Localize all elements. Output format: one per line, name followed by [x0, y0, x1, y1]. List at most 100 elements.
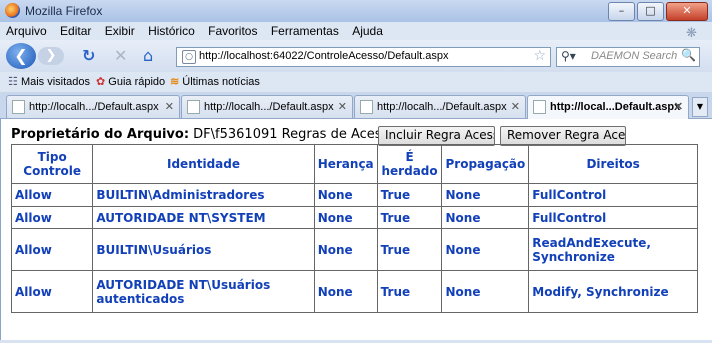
menu-editar[interactable]: Editar	[60, 24, 91, 38]
address-bar[interactable]: ○ http://localhost:64022/ControleAcesso/…	[176, 47, 551, 67]
menu-historico[interactable]: Histórico	[148, 24, 195, 38]
cell-rights: Modify, Synchronize	[528, 270, 698, 313]
cell-identity: BUILTIN\Usuários	[92, 228, 315, 271]
cell-inheritance: None	[313, 183, 378, 207]
bookmarks-toolbar: ☷ Mais visitados ✿ Guia rápido ≋ Últimas…	[0, 72, 712, 92]
menu-bar: Arquivo Editar Exibir Histórico Favorito…	[0, 22, 712, 40]
search-engine-icon[interactable]: ⚲▾	[561, 49, 576, 63]
tab-page-icon	[187, 100, 200, 114]
minimize-button[interactable]: –	[608, 2, 635, 21]
bookmark-label: Guia rápido	[108, 76, 166, 88]
window-controls: – □ ✕	[608, 2, 708, 21]
rss-icon: ≋	[170, 76, 180, 88]
page-icon: ○	[182, 50, 196, 64]
bookmark-label: Mais visitados	[20, 76, 91, 88]
tab-label: http://localh.../Default.aspx	[29, 101, 159, 113]
tab-page-icon	[360, 100, 373, 114]
menu-ferramentas[interactable]: Ferramentas	[271, 24, 339, 38]
page-content: Proprietário do Arquivo: DF\f5361091 Reg…	[0, 119, 712, 343]
owner-value: DF\f5361091	[193, 127, 278, 142]
tab-strip: http://localh.../Default.aspx ✕ http://l…	[0, 92, 712, 119]
tab-label: http://localh.../Default.aspx	[204, 101, 334, 113]
search-go-icon[interactable]: 🔍	[681, 48, 696, 62]
tab-3[interactable]: http://localh.../Default.aspx ✕	[354, 95, 526, 118]
menu-exibir[interactable]: Exibir	[105, 24, 135, 38]
tab-page-icon	[533, 100, 546, 114]
back-button[interactable]: ❮	[6, 43, 36, 69]
table-row: Allow BUILTIN\Usuários None True None Re…	[10, 228, 698, 271]
cell-inheritance: None	[313, 228, 378, 271]
bookmark-star-icon[interactable]: ☆	[533, 48, 546, 64]
forward-button[interactable]: ❯	[38, 47, 64, 65]
tab-close-icon[interactable]: ✕	[338, 100, 347, 113]
tab-1[interactable]: http://localh.../Default.aspx ✕	[6, 95, 180, 118]
table-row: Allow AUTORIDADE NT\SYSTEM None True Non…	[10, 206, 698, 229]
cell-propagation: None	[441, 206, 530, 229]
cell-control-type: Allow	[10, 206, 94, 229]
bookmark-folder-icon: ☷	[8, 76, 18, 88]
tab-close-icon[interactable]: ✕	[511, 100, 520, 113]
bookmark-quick-guide[interactable]: ✿ Guia rápido	[96, 75, 165, 88]
list-all-tabs-icon[interactable]: ▼	[692, 97, 708, 117]
tab-2[interactable]: http://localh.../Default.aspx ✕	[181, 95, 353, 118]
table-header-row: Tipo Controle Identidade Herança É herda…	[10, 144, 698, 184]
search-placeholder: DAEMON Search	[591, 50, 678, 62]
tab-close-icon[interactable]: ✕	[674, 100, 683, 113]
bookmark-label: Últimas notícias	[182, 76, 260, 88]
col-header-inheritance: Herança	[313, 144, 378, 184]
close-button[interactable]: ✕	[666, 2, 708, 21]
cell-control-type: Allow	[10, 270, 94, 313]
maximize-button[interactable]: □	[637, 2, 664, 21]
cell-propagation: None	[441, 228, 530, 271]
tab-label: http://local...Default.aspx	[550, 101, 681, 113]
firefox-bookmark-icon: ✿	[96, 76, 106, 88]
cell-identity: AUTORIDADE NT\SYSTEM	[92, 206, 315, 229]
cell-control-type: Allow	[10, 228, 94, 271]
col-header-propagation: Propagação	[441, 144, 530, 184]
search-box[interactable]: ⚲▾ DAEMON Search 🔍	[556, 47, 700, 67]
cell-identity: BUILTIN\Administradores	[92, 183, 315, 207]
table-row: Allow BUILTIN\Administradores None True …	[10, 183, 698, 207]
cell-propagation: None	[441, 270, 530, 313]
bookmark-most-visited[interactable]: ☷ Mais visitados	[8, 75, 90, 88]
cell-is-inherited: True	[376, 206, 443, 229]
cell-inheritance: None	[313, 206, 378, 229]
cell-identity: AUTORIDADE NT\Usuários autenticados	[92, 270, 315, 313]
navigation-toolbar: ❮ ❯ ↻ ✕ ⌂ ○ http://localhost:64022/Contr…	[0, 40, 712, 72]
cell-control-type: Allow	[10, 183, 94, 207]
remove-access-rule-button[interactable]: Remover Regra Acesso	[500, 126, 626, 146]
cell-is-inherited: True	[376, 228, 443, 271]
col-header-control-type: Tipo Controle	[10, 144, 94, 184]
col-header-is-inherited: É herdado	[376, 144, 443, 184]
owner-label: Proprietário do Arquivo:	[11, 127, 190, 142]
cell-propagation: None	[441, 183, 530, 207]
col-header-rights: Direitos	[528, 144, 698, 184]
tab-label: http://localh.../Default.aspx	[377, 101, 507, 113]
tab-page-icon	[12, 100, 25, 114]
add-access-rule-button[interactable]: Incluir Regra Acesso	[378, 126, 495, 146]
title-bar: Mozilla Firefox – □ ✕	[0, 0, 712, 23]
col-header-identity: Identidade	[92, 144, 315, 184]
home-icon[interactable]: ⌂	[143, 48, 153, 64]
cell-rights: ReadAndExecute, Synchronize	[528, 228, 698, 271]
menu-favoritos[interactable]: Favoritos	[208, 24, 257, 38]
cell-rights: FullControl	[528, 206, 698, 229]
throbber-icon: ❋	[686, 25, 697, 40]
tab-4-active[interactable]: http://local...Default.aspx ✕	[527, 95, 689, 119]
cell-inheritance: None	[313, 270, 378, 313]
reload-icon[interactable]: ↻	[82, 48, 95, 64]
access-rules-table: Tipo Controle Identidade Herança É herda…	[10, 144, 698, 313]
cell-is-inherited: True	[376, 183, 443, 207]
address-url[interactable]: http://localhost:64022/ControleAcesso/De…	[199, 50, 448, 62]
cell-rights: FullControl	[528, 183, 698, 207]
bookmark-latest-news[interactable]: ≋ Últimas notícias	[170, 75, 260, 88]
firefox-icon	[5, 3, 20, 18]
cell-is-inherited: True	[376, 270, 443, 313]
window-title: Mozilla Firefox	[25, 4, 103, 18]
access-header: Proprietário do Arquivo: DF\f5361091 Reg…	[11, 127, 401, 142]
table-row: Allow AUTORIDADE NT\Usuários autenticado…	[10, 270, 698, 313]
menu-arquivo[interactable]: Arquivo	[6, 24, 47, 38]
stop-icon[interactable]: ✕	[114, 48, 127, 64]
menu-ajuda[interactable]: Ajuda	[352, 24, 383, 38]
tab-close-icon[interactable]: ✕	[165, 100, 174, 113]
